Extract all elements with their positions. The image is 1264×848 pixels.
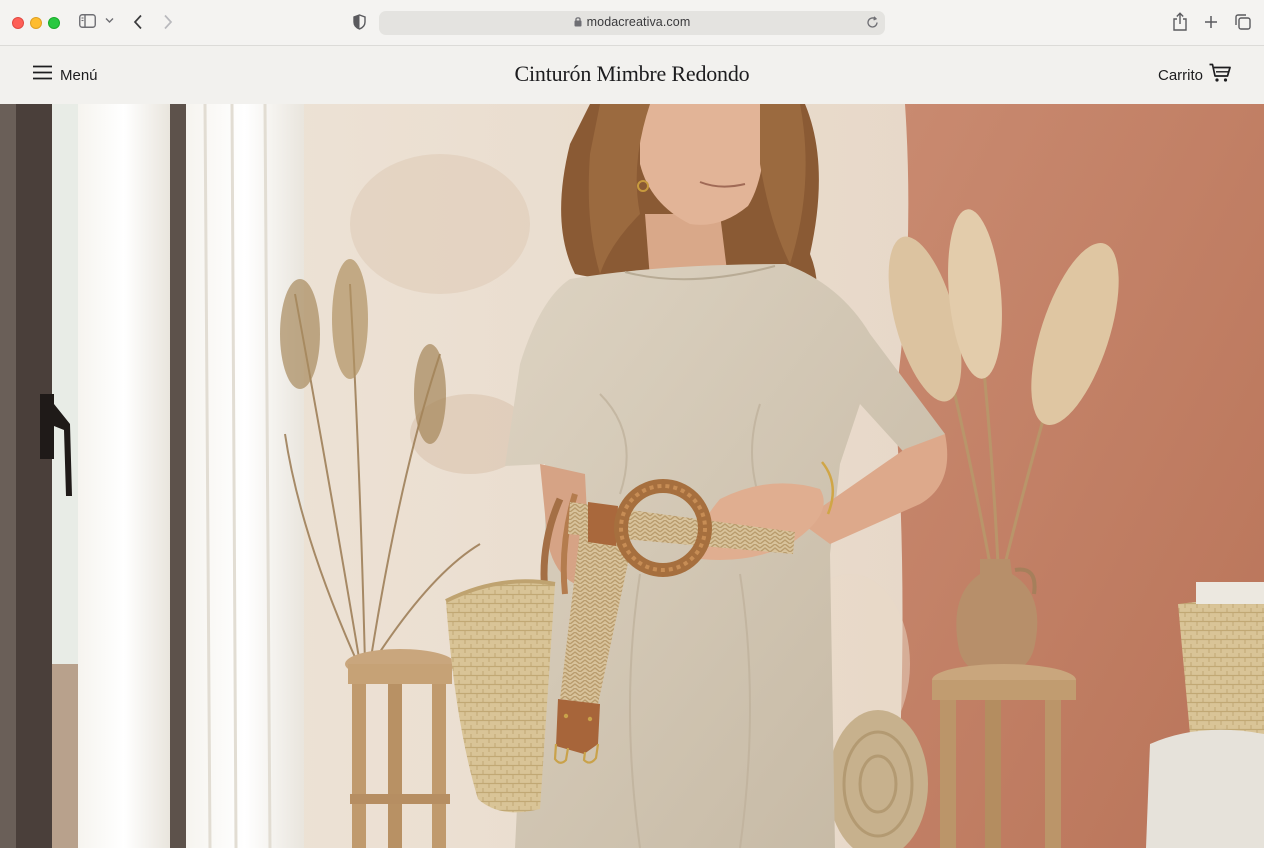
- zoom-window-button[interactable]: [48, 17, 60, 29]
- share-icon[interactable]: [1173, 12, 1187, 31]
- sidebar-icon[interactable]: [79, 14, 96, 28]
- close-window-button[interactable]: [12, 17, 24, 29]
- lock-icon: [574, 16, 582, 30]
- cart-button[interactable]: Carrito: [1158, 63, 1231, 87]
- tabs-icon[interactable]: [1235, 14, 1251, 30]
- plus-icon[interactable]: [1204, 15, 1218, 29]
- browser-toolbar: modacreativa.com: [0, 0, 1264, 46]
- cart-icon: [1209, 63, 1231, 88]
- reload-icon[interactable]: [866, 16, 879, 29]
- page-title: Cinturón Mimbre Redondo: [514, 61, 750, 86]
- minimize-window-button[interactable]: [30, 17, 42, 29]
- cart-label: Carrito: [1157, 66, 1203, 84]
- shield-icon[interactable]: [353, 14, 366, 30]
- address-bar[interactable]: modacreativa.com: [379, 11, 885, 35]
- forward-icon[interactable]: [163, 14, 173, 30]
- hero-illustration: [0, 104, 1264, 848]
- hero-image: [0, 104, 1264, 848]
- url-text: modacreativa.com: [586, 15, 691, 29]
- chevron-down-icon[interactable]: [105, 17, 114, 24]
- site-header: Menú Cinturón Mimbre Redondo Carrito: [0, 46, 1264, 104]
- back-icon[interactable]: [133, 14, 143, 30]
